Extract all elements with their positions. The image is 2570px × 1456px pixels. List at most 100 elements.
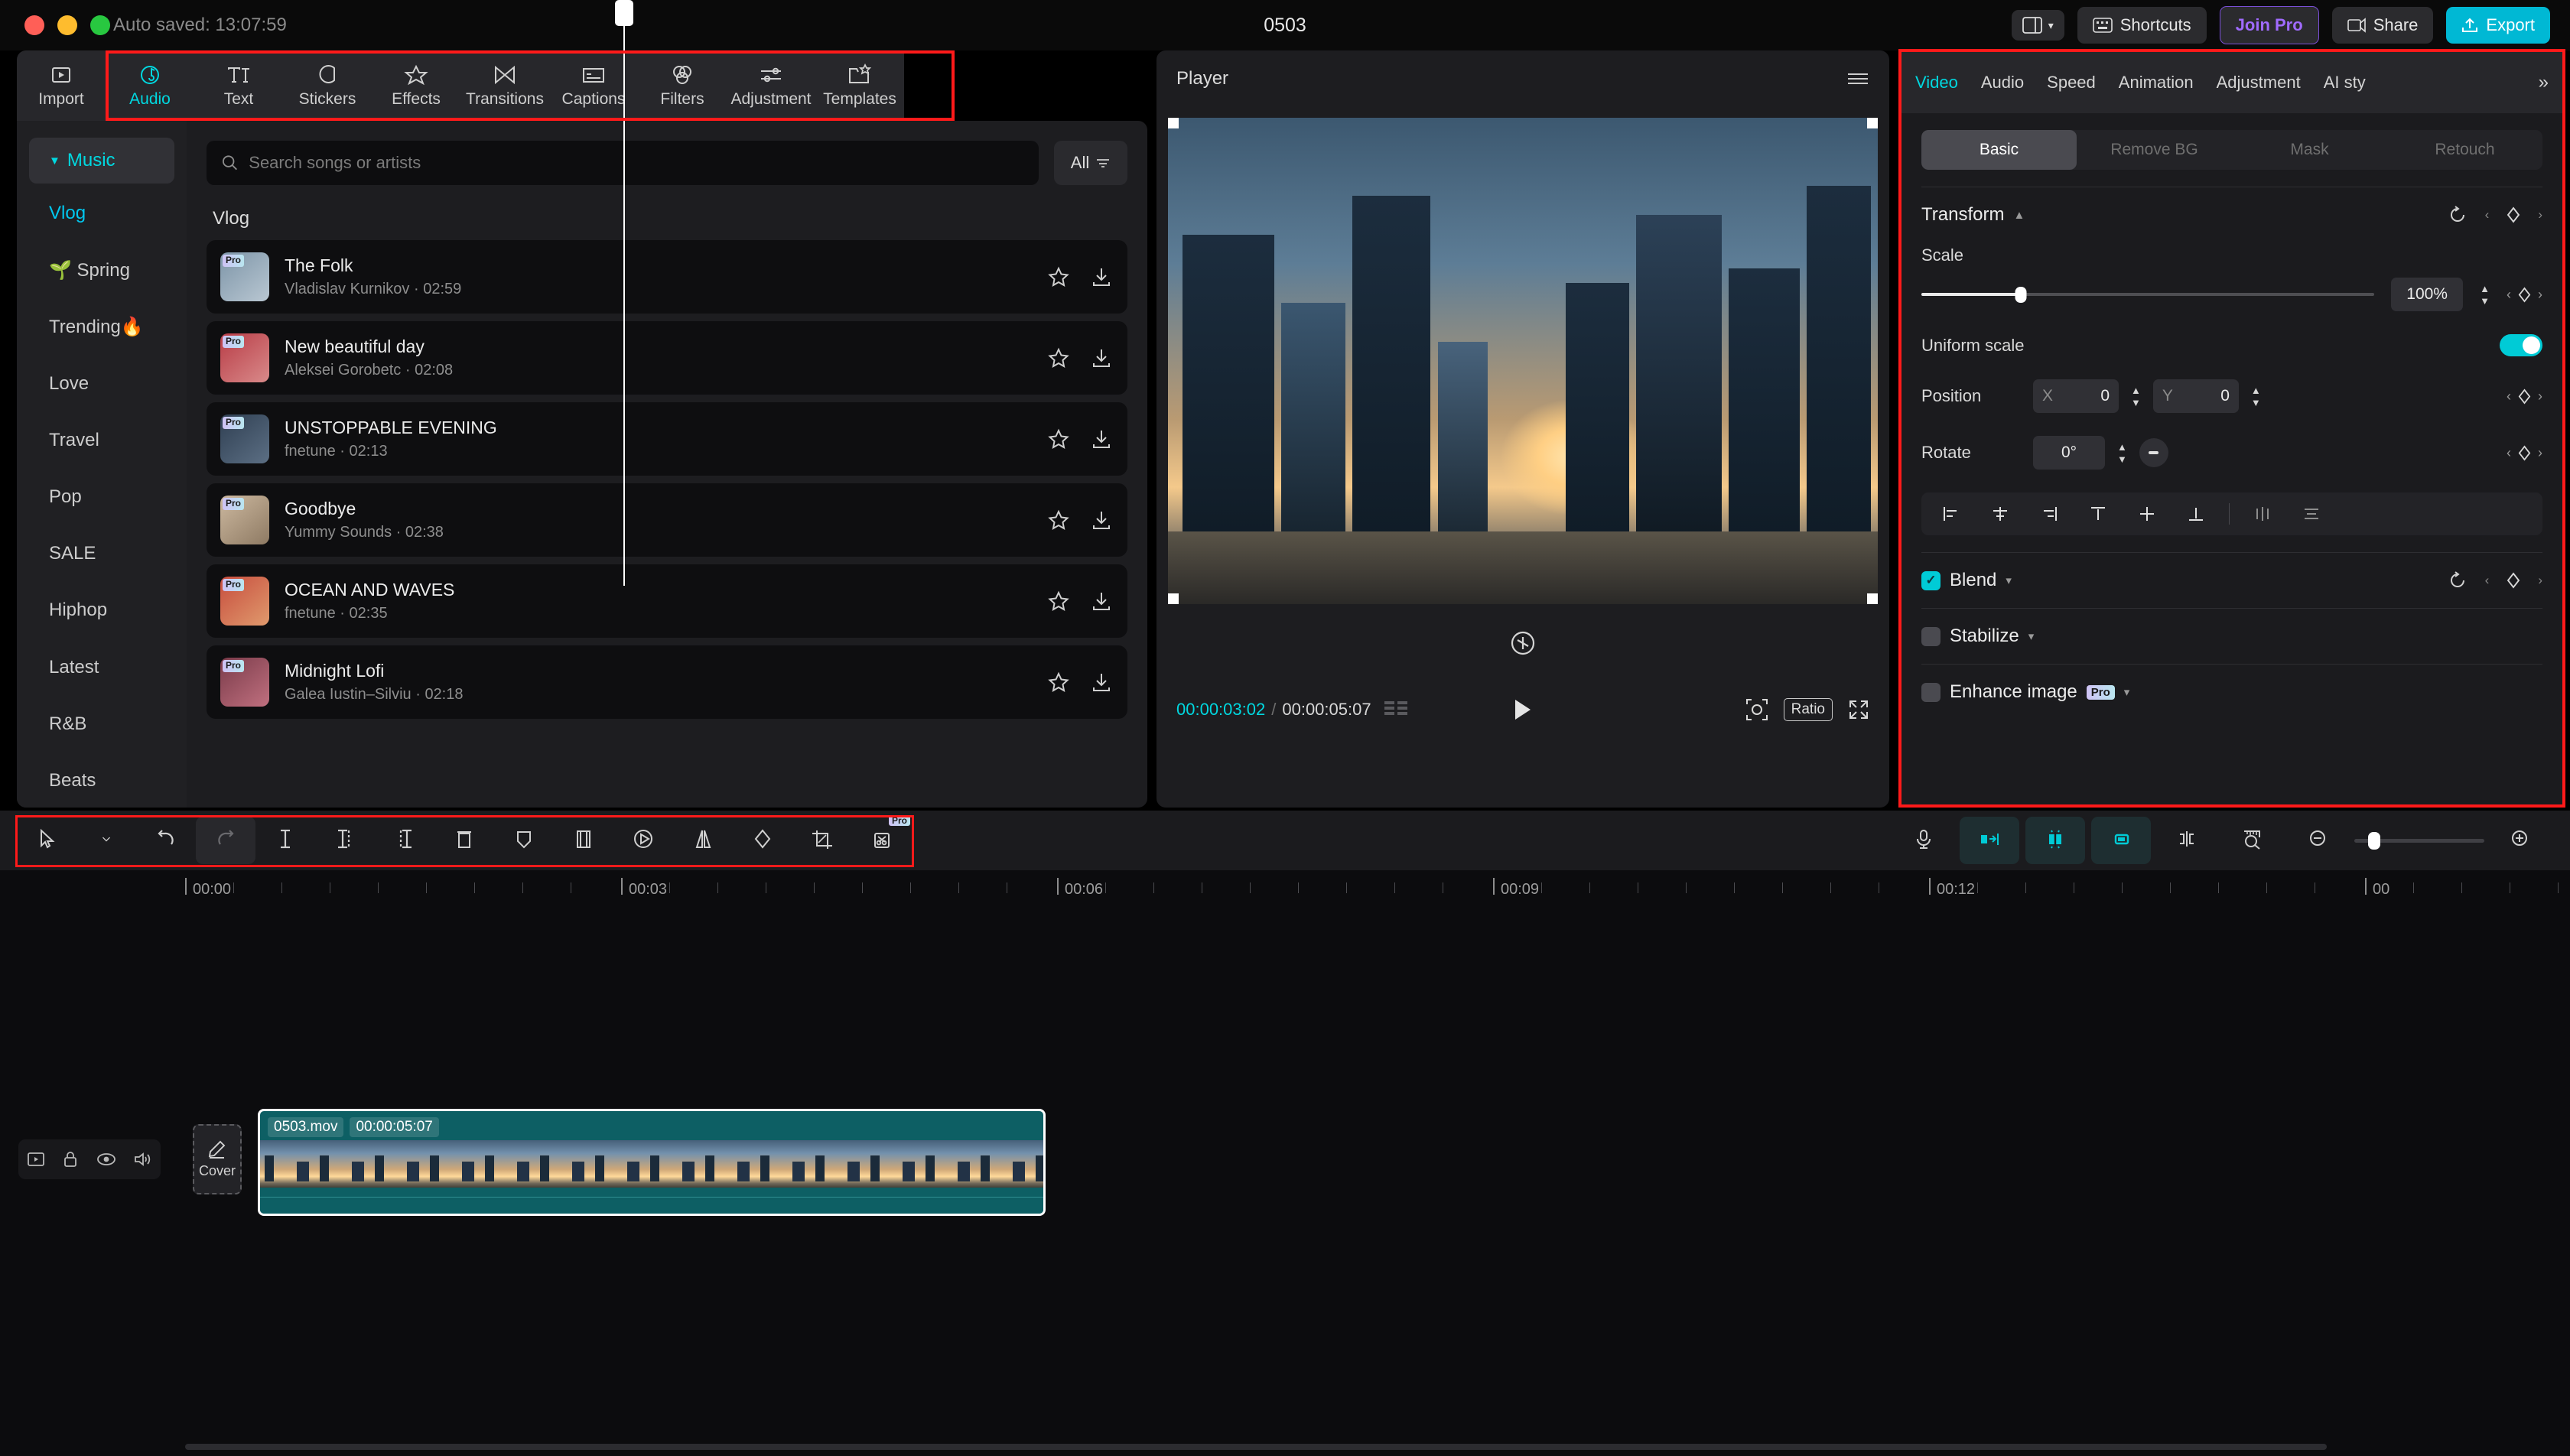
download-icon[interactable] bbox=[1091, 671, 1112, 693]
segment-retouch[interactable]: Retouch bbox=[2387, 130, 2542, 170]
play-button[interactable] bbox=[1511, 697, 1534, 722]
marker-button[interactable] bbox=[494, 817, 554, 864]
keyframe-next-icon[interactable]: › bbox=[2538, 287, 2542, 303]
uniform-scale-toggle[interactable] bbox=[2500, 334, 2542, 356]
distribute-vertical-icon[interactable] bbox=[2291, 499, 2332, 529]
search-input[interactable] bbox=[249, 153, 1023, 173]
song-row[interactable]: Pro Midnight Lofi Galea Iustin–Silviu · … bbox=[207, 645, 1127, 719]
split-button[interactable] bbox=[255, 817, 315, 864]
download-icon[interactable] bbox=[1091, 347, 1112, 369]
segment-remove-bg[interactable]: Remove BG bbox=[2077, 130, 2232, 170]
segment-mask[interactable]: Mask bbox=[2232, 130, 2387, 170]
keyframe-next-icon[interactable]: › bbox=[2538, 573, 2542, 588]
fullscreen-icon[interactable] bbox=[1848, 699, 1869, 720]
keyframe-button[interactable] bbox=[733, 817, 792, 864]
video-preview[interactable] bbox=[1168, 118, 1878, 604]
playhead-handle[interactable] bbox=[615, 0, 633, 26]
trim-start-button[interactable] bbox=[315, 817, 375, 864]
category-item-love[interactable]: Love bbox=[17, 357, 187, 411]
keyframe-next-icon[interactable]: › bbox=[2538, 207, 2542, 223]
position-x-field[interactable]: X 0 bbox=[2033, 379, 2119, 413]
align-middle-icon[interactable] bbox=[2126, 499, 2168, 529]
speed-button[interactable] bbox=[613, 817, 673, 864]
snap-button[interactable] bbox=[2157, 817, 2217, 864]
keyframe-prev-icon[interactable]: ‹ bbox=[2485, 207, 2490, 223]
snapshot-icon[interactable] bbox=[1745, 698, 1768, 721]
microphone-button[interactable] bbox=[1894, 817, 1954, 864]
scale-slider[interactable] bbox=[1921, 287, 2375, 303]
reset-icon[interactable] bbox=[2448, 570, 2468, 590]
properties-tab-ai-sty[interactable]: AI sty bbox=[2324, 73, 2366, 93]
reset-transform-icon[interactable] bbox=[1508, 629, 1537, 658]
song-row[interactable]: Pro OCEAN AND WAVES fnetune · 02:35 bbox=[207, 564, 1127, 638]
chevron-down-icon[interactable]: ▾ bbox=[2124, 685, 2130, 699]
trim-end-button[interactable] bbox=[375, 817, 434, 864]
favorite-star-icon[interactable] bbox=[1048, 347, 1069, 369]
blend-checkbox[interactable]: ✓ bbox=[1921, 570, 1941, 590]
freeze-frame-button[interactable] bbox=[554, 817, 613, 864]
reset-icon[interactable] bbox=[2448, 205, 2468, 225]
window-controls[interactable] bbox=[24, 15, 110, 35]
category-item-sale[interactable]: SALE bbox=[17, 527, 187, 580]
category-item-travel[interactable]: Travel bbox=[17, 414, 187, 467]
properties-tab-animation[interactable]: Animation bbox=[2119, 73, 2194, 93]
song-row[interactable]: Pro UNSTOPPABLE EVENING fnetune · 02:13 bbox=[207, 402, 1127, 476]
keyframe-prev-icon[interactable]: ‹ bbox=[2507, 445, 2511, 461]
toolbar-tab-audio[interactable]: Audio bbox=[106, 50, 194, 121]
timeline-hscrollbar[interactable] bbox=[185, 1444, 2327, 1450]
enhance-image-header[interactable]: Enhance image Pro ▾ bbox=[1921, 681, 2542, 703]
toolbar-tab-import[interactable]: Import bbox=[17, 50, 106, 121]
download-icon[interactable] bbox=[1091, 590, 1112, 612]
player-menu-icon[interactable] bbox=[1846, 71, 1869, 86]
song-row[interactable]: Pro New beautiful day Aleksei Gorobetc ·… bbox=[207, 321, 1127, 395]
rotate-dial[interactable] bbox=[2139, 438, 2168, 467]
align-right-icon[interactable] bbox=[2028, 499, 2070, 529]
segment-basic[interactable]: Basic bbox=[1921, 130, 2077, 170]
keyframe-next-icon[interactable]: › bbox=[2538, 388, 2542, 405]
track-type-icon[interactable] bbox=[27, 1150, 45, 1168]
timecode-format-icon[interactable] bbox=[1384, 700, 1410, 720]
download-icon[interactable] bbox=[1091, 428, 1112, 450]
download-icon[interactable] bbox=[1091, 266, 1112, 288]
lock-icon[interactable] bbox=[61, 1150, 80, 1168]
shortcuts-button[interactable]: Shortcuts bbox=[2077, 7, 2207, 44]
keyframe-next-icon[interactable]: › bbox=[2538, 445, 2542, 461]
transform-header[interactable]: Transform ▲ ‹ › bbox=[1921, 204, 2542, 226]
scale-value-field[interactable]: 100% bbox=[2391, 278, 2464, 311]
zoom-out-button[interactable] bbox=[2289, 817, 2348, 864]
eye-icon[interactable] bbox=[96, 1150, 116, 1168]
category-item-latest[interactable]: Latest bbox=[17, 641, 187, 694]
keyframe-icon[interactable] bbox=[2506, 572, 2521, 589]
speaker-icon[interactable] bbox=[132, 1150, 152, 1168]
share-button[interactable]: Share bbox=[2331, 7, 2434, 44]
timeline-zoom-slider[interactable] bbox=[2354, 831, 2484, 850]
properties-tab-audio[interactable]: Audio bbox=[1981, 73, 2024, 93]
enhance-image-checkbox[interactable] bbox=[1921, 682, 1941, 702]
undo-button[interactable] bbox=[136, 817, 196, 864]
download-icon[interactable] bbox=[1091, 509, 1112, 531]
position-x-stepper[interactable]: ▲ ▼ bbox=[2131, 385, 2141, 408]
close-window-button[interactable] bbox=[24, 15, 44, 35]
blend-header[interactable]: ✓ Blend ▾ ‹ › bbox=[1921, 570, 2542, 591]
search-box[interactable] bbox=[207, 141, 1039, 185]
join-pro-button[interactable]: Join Pro bbox=[2219, 6, 2319, 44]
toolbar-tab-adjustment[interactable]: Adjustment bbox=[727, 50, 815, 121]
select-pointer-button[interactable] bbox=[17, 817, 76, 864]
toolbar-tab-filters[interactable]: Filters bbox=[638, 50, 727, 121]
export-button[interactable]: Export bbox=[2446, 7, 2550, 44]
timeline-clip[interactable]: 0503.mov 00:00:05:07 bbox=[258, 1109, 1046, 1216]
timeline-zoom-handle[interactable] bbox=[2368, 831, 2380, 850]
chevron-down-icon[interactable]: ▾ bbox=[2006, 574, 2012, 587]
favorite-star-icon[interactable] bbox=[1048, 509, 1069, 531]
keyframe-prev-icon[interactable]: ‹ bbox=[2485, 573, 2490, 588]
toolbar-tab-effects[interactable]: Effects bbox=[372, 50, 460, 121]
auto-cut-pro-button[interactable]: Pro bbox=[852, 815, 912, 864]
toolbar-tab-templates[interactable]: Templates bbox=[815, 50, 904, 121]
category-item-trending[interactable]: Trending🔥 bbox=[17, 301, 187, 354]
align-left-icon[interactable] bbox=[1931, 499, 1972, 529]
align-bottom-icon[interactable] bbox=[2175, 499, 2217, 529]
properties-tab-speed[interactable]: Speed bbox=[2047, 73, 2096, 93]
keyframe-prev-icon[interactable]: ‹ bbox=[2507, 287, 2511, 303]
keyframe-icon[interactable] bbox=[2517, 444, 2532, 461]
favorite-star-icon[interactable] bbox=[1048, 671, 1069, 693]
